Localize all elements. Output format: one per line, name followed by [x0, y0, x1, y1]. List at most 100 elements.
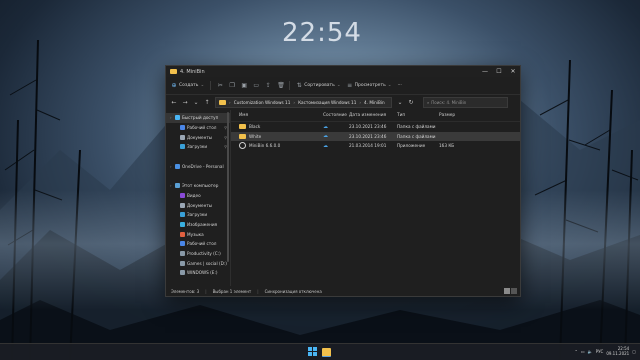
cut-icon[interactable]: ✂ [217, 82, 223, 89]
file-name: MiniBin 6.6.0.0 [249, 143, 281, 149]
date-cell: 23.10.2021 23:46 [349, 133, 387, 139]
column-status[interactable]: Состояние [323, 113, 349, 118]
nav-item[interactable]: WINDOWS (E:) [166, 268, 230, 278]
maximize-button[interactable]: ☐ [492, 68, 506, 75]
notification-icon[interactable]: ▢ [632, 349, 636, 354]
column-date[interactable]: Дата изменения [349, 113, 397, 118]
back-icon[interactable]: ← [171, 99, 177, 106]
file-name-cell: White [231, 133, 323, 139]
minimize-button[interactable]: — [478, 68, 492, 75]
nav-item[interactable]: › Быстрый доступ [166, 113, 230, 123]
language-indicator[interactable]: РУС [596, 349, 604, 354]
documents-icon [180, 202, 185, 208]
downloads-icon [180, 144, 185, 150]
pictures-icon [180, 221, 185, 227]
breadcrumb-item[interactable]: Customization Windows 11 [234, 100, 291, 105]
chevron-down-icon[interactable]: ⌄ [193, 99, 199, 106]
nav-item[interactable]: Видео [166, 191, 230, 201]
new-button[interactable]: ⊕ Создать ⌄ [171, 81, 204, 89]
chevron-right-icon[interactable]: › [170, 183, 173, 188]
paste-icon[interactable]: ▣ [241, 82, 247, 89]
breadcrumb-item[interactable]: 4. MiniBin [364, 100, 385, 105]
column-headers: Имя Состояние Дата изменения Тип Размер [231, 110, 520, 122]
sync-status-icon: ☁ [323, 133, 328, 140]
nav-item[interactable]: Games | social (D:) [166, 258, 230, 268]
nav-item[interactable]: Документы ⚲ [166, 132, 230, 142]
nav-item-label: Загрузки [187, 212, 208, 218]
folder-icon [219, 100, 226, 105]
nav-item[interactable]: Productivity (C:) [166, 249, 230, 259]
sync-status-icon: ☁ [323, 123, 328, 130]
nav-item[interactable]: Изображения [166, 220, 230, 230]
column-size[interactable]: Размер [439, 113, 467, 118]
nav-item[interactable]: Загрузки ⚲ [166, 142, 230, 152]
network-icon[interactable]: ▭ [581, 349, 585, 354]
nav-item[interactable]: Загрузки [166, 210, 230, 220]
system-tray: ⌃ ▭ 🔈 РУС 22:54 09.11.2021 ▢ [575, 346, 636, 356]
nav-item-label: OneDrive - Personal [182, 163, 224, 169]
taskbar-date: 09.11.2021 [606, 351, 630, 356]
refresh-icon[interactable]: ↻ [408, 99, 414, 106]
status-cell: ☁ [323, 133, 349, 139]
column-type[interactable]: Тип [397, 113, 439, 118]
details-view-icon[interactable] [504, 288, 510, 294]
column-name[interactable]: Имя [231, 113, 323, 118]
nav-item[interactable]: Рабочий стол [166, 239, 230, 249]
rename-icon[interactable]: ▭ [253, 82, 259, 89]
nav-item[interactable]: Документы [166, 200, 230, 210]
forward-icon[interactable]: → [182, 99, 188, 106]
clock-button[interactable]: 22:54 09.11.2021 [606, 346, 629, 356]
file-row[interactable]: MiniBin 6.6.0.0 ☁ 21.03.2014 19:01 Приложен… [231, 141, 520, 151]
close-button[interactable]: ✕ [506, 68, 520, 75]
selection-count: Выбран 1 элемент [212, 288, 252, 294]
address-bar[interactable]: › Customization Windows 11 › Кастомизация… [215, 97, 392, 108]
nav-item[interactable]: Музыка [166, 229, 230, 239]
file-row[interactable]: White ☁ 23.10.2021 23:46 Папка с файлами [231, 131, 520, 142]
type-cell: Папка с файлами [397, 133, 436, 139]
file-explorer-taskbar-icon[interactable] [322, 348, 331, 357]
window-title: 4. MiniBin [180, 68, 205, 75]
folder-icon [170, 69, 177, 74]
more-button[interactable]: ··· [398, 83, 402, 88]
windows-start-icon[interactable] [308, 347, 317, 356]
chevron-down-icon[interactable]: ⌄ [397, 99, 403, 106]
sort-button[interactable]: ⇅ Сортировать ⌄ [296, 82, 341, 89]
file-list: Имя Состояние Дата изменения Тип Размер … [231, 110, 520, 286]
search-input[interactable]: ⌕ Поиск: 4. MiniBin [423, 97, 508, 108]
video-icon [180, 192, 185, 198]
chevron-right-icon[interactable]: › [170, 115, 173, 120]
plus-icon: ⊕ [171, 81, 177, 89]
star-icon [175, 115, 180, 121]
chevron-right-icon[interactable]: › [170, 164, 173, 169]
tiles-view-icon[interactable] [511, 288, 517, 294]
downloads-icon [180, 212, 185, 218]
file-row[interactable]: Black ☁ 23.10.2021 23:46 Папка с файлами [231, 122, 520, 132]
nav-item[interactable]: › OneDrive - Personal [166, 161, 230, 171]
copy-icon[interactable]: ❐ [229, 82, 235, 89]
nav-item-label: Productivity (C:) [187, 250, 221, 256]
toolbar-divider [289, 81, 291, 90]
explorer-window[interactable]: 4. MiniBin — ☐ ✕ ⊕ Создать ⌄ ✂ ❐ ▣ ▭ ⇪ 🗑 ⇅… [165, 65, 521, 297]
file-name: White [249, 133, 262, 139]
search-placeholder: Поиск: 4. MiniBin [431, 100, 467, 105]
item-count: Элементов: 3 [171, 288, 200, 294]
chevron-up-icon[interactable]: ⌃ [575, 349, 578, 354]
nav-item-label: Загрузки [187, 144, 208, 150]
music-icon [180, 231, 185, 237]
type-cell: Папка с файлами [397, 124, 436, 130]
taskbar: ⌃ ▭ 🔈 РУС 22:54 09.11.2021 ▢ [0, 343, 640, 360]
breadcrumb-item[interactable]: Кастомизация Windows 11 [298, 100, 356, 105]
share-icon[interactable]: ⇪ [265, 82, 271, 89]
up-icon[interactable]: ↑ [204, 99, 210, 106]
volume-icon[interactable]: 🔈 [588, 349, 593, 354]
delete-icon[interactable]: 🗑 [277, 82, 285, 89]
nav-item[interactable]: › Этот компьютер [166, 181, 230, 191]
title-bar[interactable]: 4. MiniBin — ☐ ✕ [166, 66, 520, 77]
nav-item-label: Документы [187, 202, 213, 208]
toolbar-divider [210, 81, 212, 90]
nav-scrollbar[interactable] [227, 112, 229, 262]
nav-item-label: Этот компьютер [182, 183, 219, 189]
drive-icon [180, 270, 185, 276]
nav-item[interactable]: Рабочий стол ⚲ [166, 123, 230, 133]
view-button[interactable]: ≡ Просмотреть ⌄ [347, 82, 391, 89]
